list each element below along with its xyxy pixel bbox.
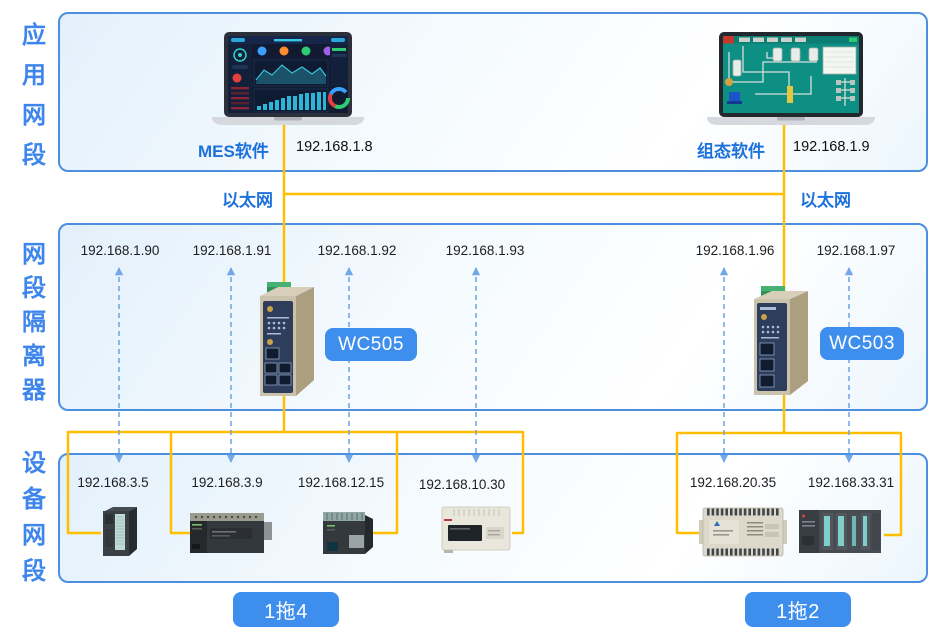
group-chip-1to4: 1拖4 [233, 592, 339, 627]
wc503-chip: WC503 [820, 327, 904, 360]
isolator-ip-1: 192.168.1.90 [81, 243, 160, 258]
device-ip-3: 192.168.12.15 [298, 475, 384, 490]
isolator-ip-2: 192.168.1.91 [193, 243, 272, 258]
device-ip-2: 192.168.3.9 [191, 475, 262, 490]
section-label-device: 设备网段 [19, 446, 49, 590]
wc505-chip: WC505 [325, 328, 417, 361]
section-label-application: 应用网段 [19, 16, 49, 176]
scada-laptop-image [703, 32, 879, 128]
device-ip-6: 192.168.33.31 [808, 475, 894, 490]
isolator-ip-3: 192.168.1.92 [318, 243, 397, 258]
isolator-ip-4: 192.168.1.93 [446, 243, 525, 258]
isolator-ip-6: 192.168.1.97 [817, 243, 896, 258]
ethernet-label-right: 以太网 [800, 186, 851, 211]
plc-mitsubishi-q-image [797, 506, 883, 556]
plc-s7-200-image [188, 510, 274, 555]
network-topology-diagram: 应用网段 网段隔离器 设备网段 [0, 0, 939, 634]
wc505-gateway-image [250, 282, 320, 404]
wc503-gateway-image [743, 285, 815, 403]
mes-laptop-image [208, 32, 368, 128]
mes-ip-label: 192.168.1.8 [296, 139, 373, 155]
ethernet-label-left: 以太网 [222, 186, 273, 211]
scada-software-label: 组态软件 [697, 137, 765, 162]
section-label-isolator: 网段隔离器 [19, 238, 49, 408]
device-ip-4: 192.168.10.30 [419, 477, 505, 492]
plc-compact-image [321, 509, 375, 558]
plc-s7-300-image [99, 505, 141, 559]
plc-delta-image [699, 504, 787, 559]
mes-software-label: MES软件 [198, 137, 269, 162]
scada-ip-label: 192.168.1.9 [793, 139, 870, 155]
group-chip-1to2: 1拖2 [745, 592, 851, 627]
isolator-ip-5: 192.168.1.96 [696, 243, 775, 258]
plc-mitsubishi-fx-image [440, 503, 514, 555]
device-ip-1: 192.168.3.5 [77, 475, 148, 490]
device-ip-5: 192.168.20.35 [690, 475, 776, 490]
